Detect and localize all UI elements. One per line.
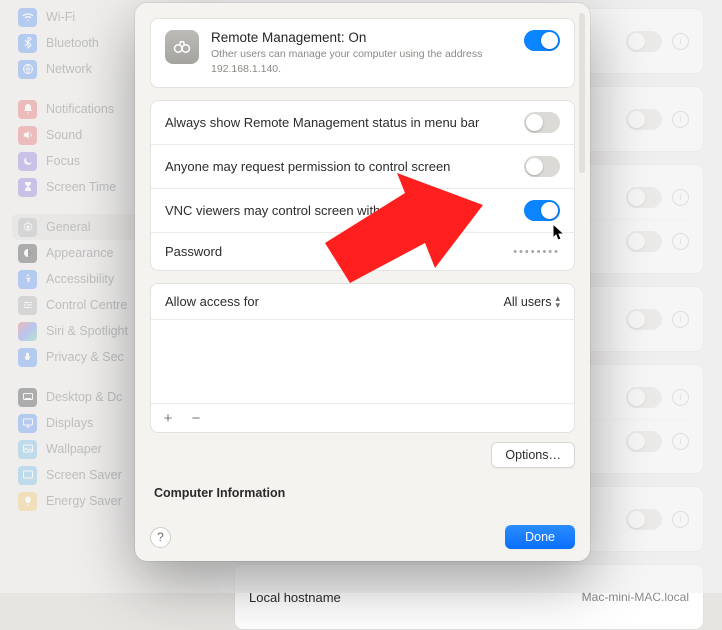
dock-icon [18,388,37,407]
password-field[interactable]: •••••••• [513,246,560,258]
menubar-status-label: Always show Remote Management status in … [165,115,524,130]
binoculars-icon [165,30,199,64]
remote-management-sheet: Remote Management: On Other users can ma… [135,3,590,561]
sheet-title: Remote Management: On [211,30,524,45]
hand-icon [18,348,37,367]
computer-info-heading: Computer Information [150,486,575,502]
sheet-subtitle: Other users can manage your computer usi… [211,47,521,76]
toggle[interactable] [626,431,662,452]
info-icon[interactable]: i [672,389,689,406]
toggle[interactable] [626,309,662,330]
info-icon[interactable]: i [672,511,689,528]
header-card: Remote Management: On Other users can ma… [150,18,575,88]
user-list [151,320,574,403]
done-button[interactable]: Done [505,525,575,549]
scrollbar[interactable] [579,13,585,173]
info-icon[interactable]: i [672,311,689,328]
screensaver-icon [18,466,37,485]
siri-icon [18,322,37,341]
display-icon [18,414,37,433]
remote-management-toggle[interactable] [524,30,560,51]
toggle[interactable] [626,31,662,52]
moon-icon [18,152,37,171]
wallpaper-icon [18,440,37,459]
accessibility-icon [18,270,37,289]
sound-icon [18,126,37,145]
options-button[interactable]: Options… [491,442,575,468]
toggle[interactable] [626,387,662,408]
local-hostname-label: Local hostname [249,590,341,605]
info-icon[interactable]: i [672,111,689,128]
sidebar-label: Wi-Fi [46,10,75,24]
wifi-icon [18,8,37,27]
menubar-status-toggle[interactable] [524,112,560,133]
bulb-icon [18,492,37,511]
anyone-request-toggle[interactable] [524,156,560,177]
bluetooth-icon [18,34,37,53]
password-label: Password [165,244,513,259]
toggle[interactable] [626,109,662,130]
allow-access-label: Allow access for [165,294,259,309]
toggle[interactable] [626,187,662,208]
appearance-icon [18,244,37,263]
gear-icon [18,218,37,237]
vnc-control-toggle[interactable] [524,200,560,221]
network-icon [18,60,37,79]
toggle[interactable] [626,231,662,252]
bell-icon [18,100,37,119]
add-user-button[interactable]: + [159,409,177,427]
info-icon[interactable]: i [672,233,689,250]
chevron-updown-icon: ▴▾ [555,295,560,309]
anyone-request-label: Anyone may request permission to control… [165,159,524,174]
sliders-icon [18,296,37,315]
allow-access-card: Allow access for All users ▴▾ + − [150,283,575,433]
local-hostname-value: Mac-mini-MAC.local [582,590,689,604]
hourglass-icon [18,178,37,197]
info-icon[interactable]: i [672,433,689,450]
vnc-control-label: VNC viewers may control screen with pass… [165,203,524,218]
remove-user-button[interactable]: − [187,409,205,427]
allow-access-value: All users [504,295,552,309]
toggle[interactable] [626,509,662,530]
info-icon[interactable]: i [672,33,689,50]
allow-access-popup[interactable]: All users ▴▾ [504,295,560,309]
help-button[interactable]: ? [150,527,171,548]
info-icon[interactable]: i [672,189,689,206]
